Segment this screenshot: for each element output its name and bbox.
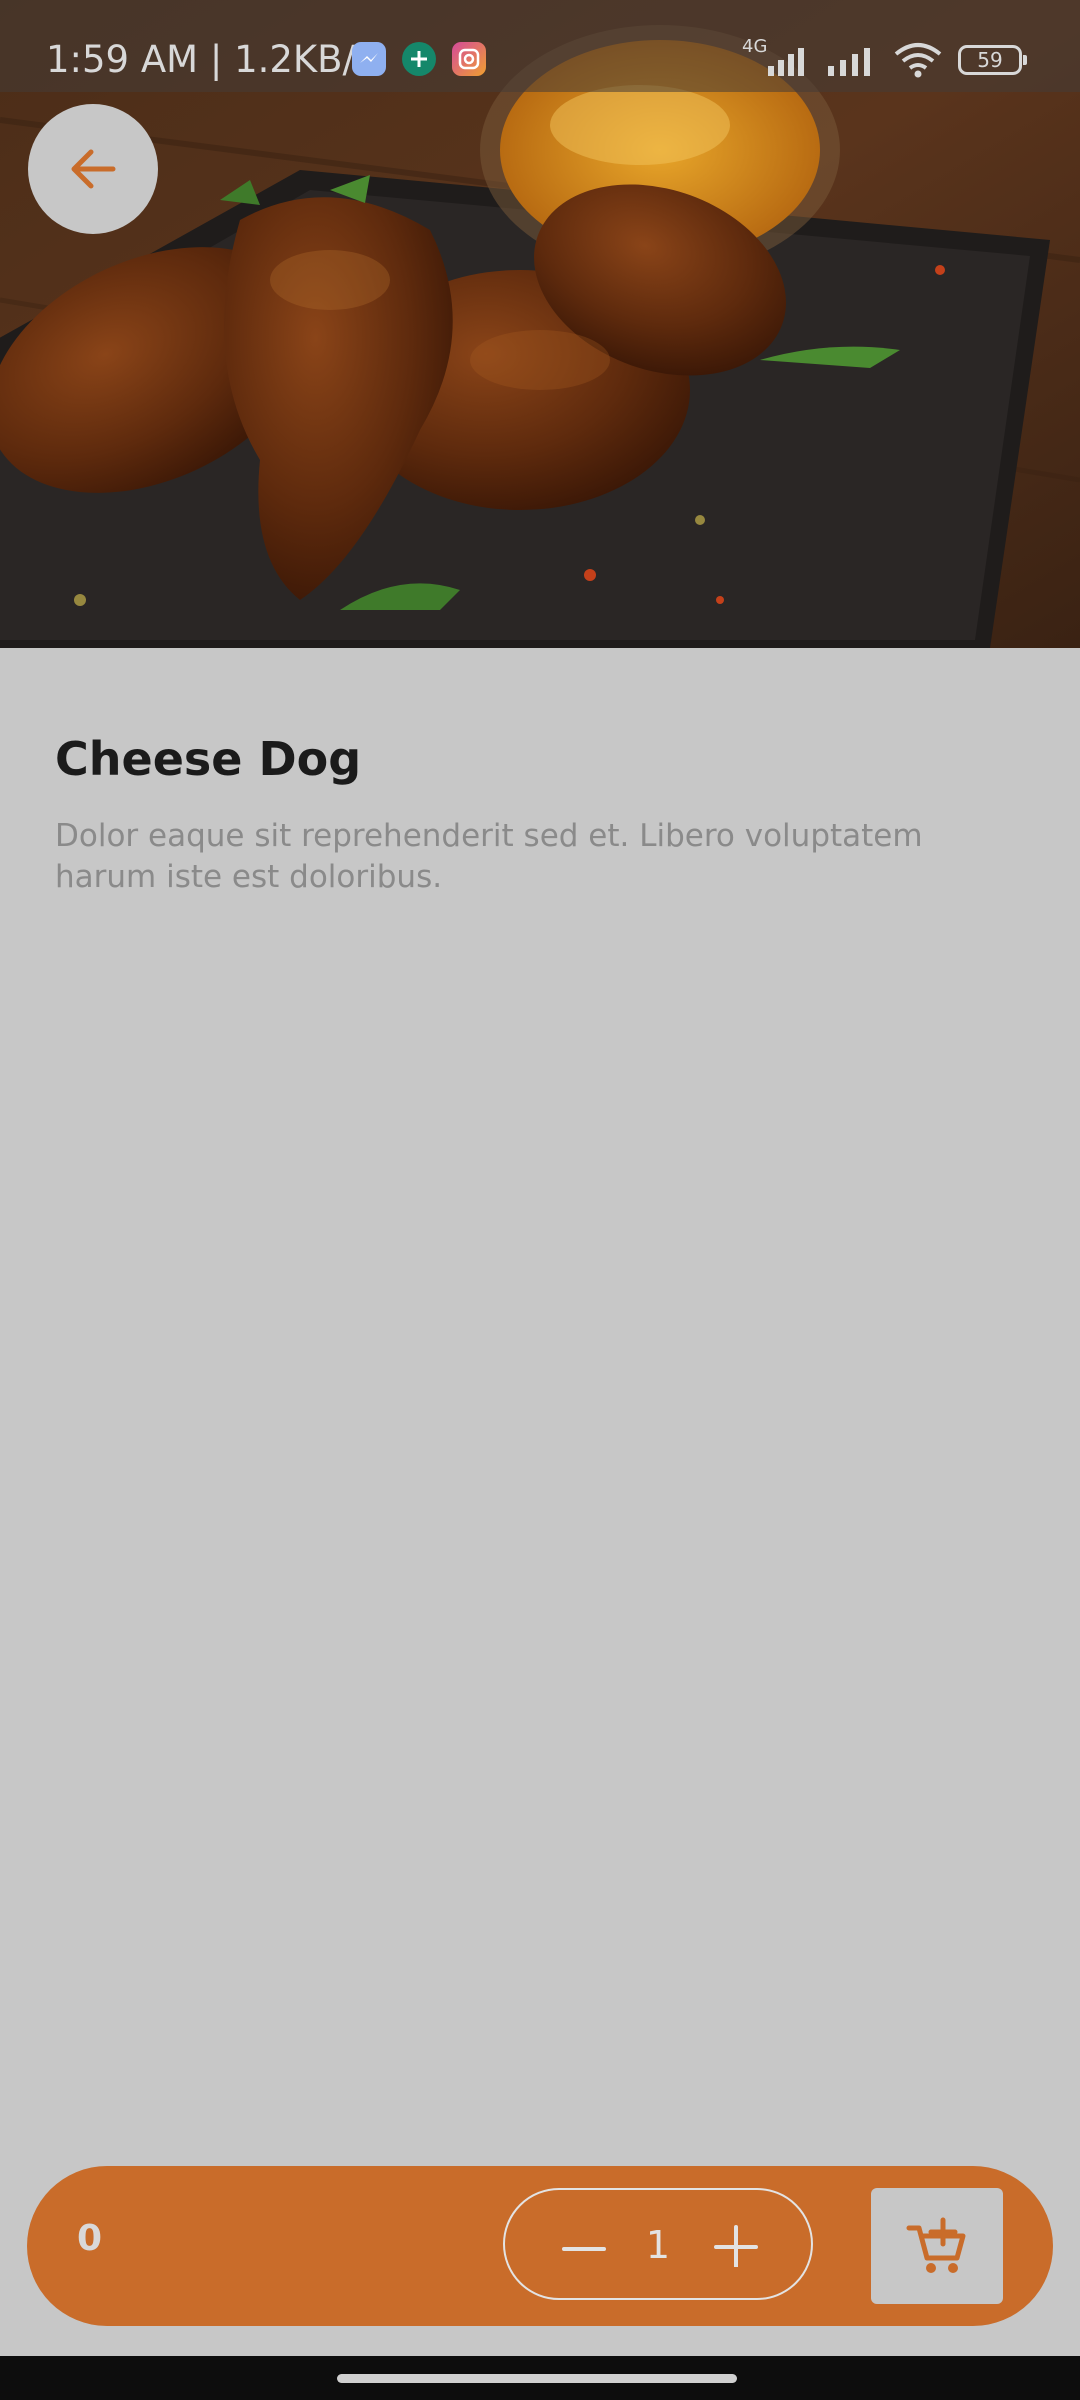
quantity-value: 1: [645, 2223, 671, 2267]
food-photo: [0, 0, 1080, 648]
product-image: 1:59 AM | 1.2KB/s 4G 59: [0, 0, 1080, 648]
arrow-left-icon: [71, 149, 116, 189]
chat-plus-icon: [402, 42, 436, 76]
back-button[interactable]: [28, 104, 158, 234]
increment-button[interactable]: [701, 2210, 771, 2280]
home-indicator[interactable]: [337, 2374, 737, 2383]
status-time: 1:59 AM | 1.2KB/s: [46, 38, 375, 81]
cart-plus-icon: [906, 2217, 966, 2273]
product-info: Cheese Dog Dolor eaque sit reprehenderit…: [55, 728, 1015, 898]
instagram-icon: [452, 42, 486, 76]
status-indicators: 4G 59: [742, 36, 1027, 84]
cart-total: 0: [77, 2218, 103, 2259]
minus-icon: [562, 2247, 606, 2251]
status-bar: 1:59 AM | 1.2KB/s 4G 59: [0, 0, 1080, 92]
decrement-button[interactable]: [549, 2210, 619, 2280]
signal-icon: 4G: [742, 36, 812, 80]
cart-bar: 0 1: [27, 2166, 1053, 2326]
product-title: Cheese Dog: [55, 732, 362, 786]
battery-icon: 59: [958, 45, 1027, 75]
quantity-stepper: 1: [503, 2188, 813, 2300]
add-to-cart-button[interactable]: [871, 2188, 1003, 2304]
product-description: Dolor eaque sit reprehenderit sed et. Li…: [55, 818, 923, 895]
messenger-icon: [352, 42, 386, 76]
wifi-icon: [892, 40, 944, 80]
plus-icon: [714, 2225, 758, 2267]
signal-icon-2: [826, 40, 878, 80]
system-navigation-bar: [0, 2356, 1080, 2400]
